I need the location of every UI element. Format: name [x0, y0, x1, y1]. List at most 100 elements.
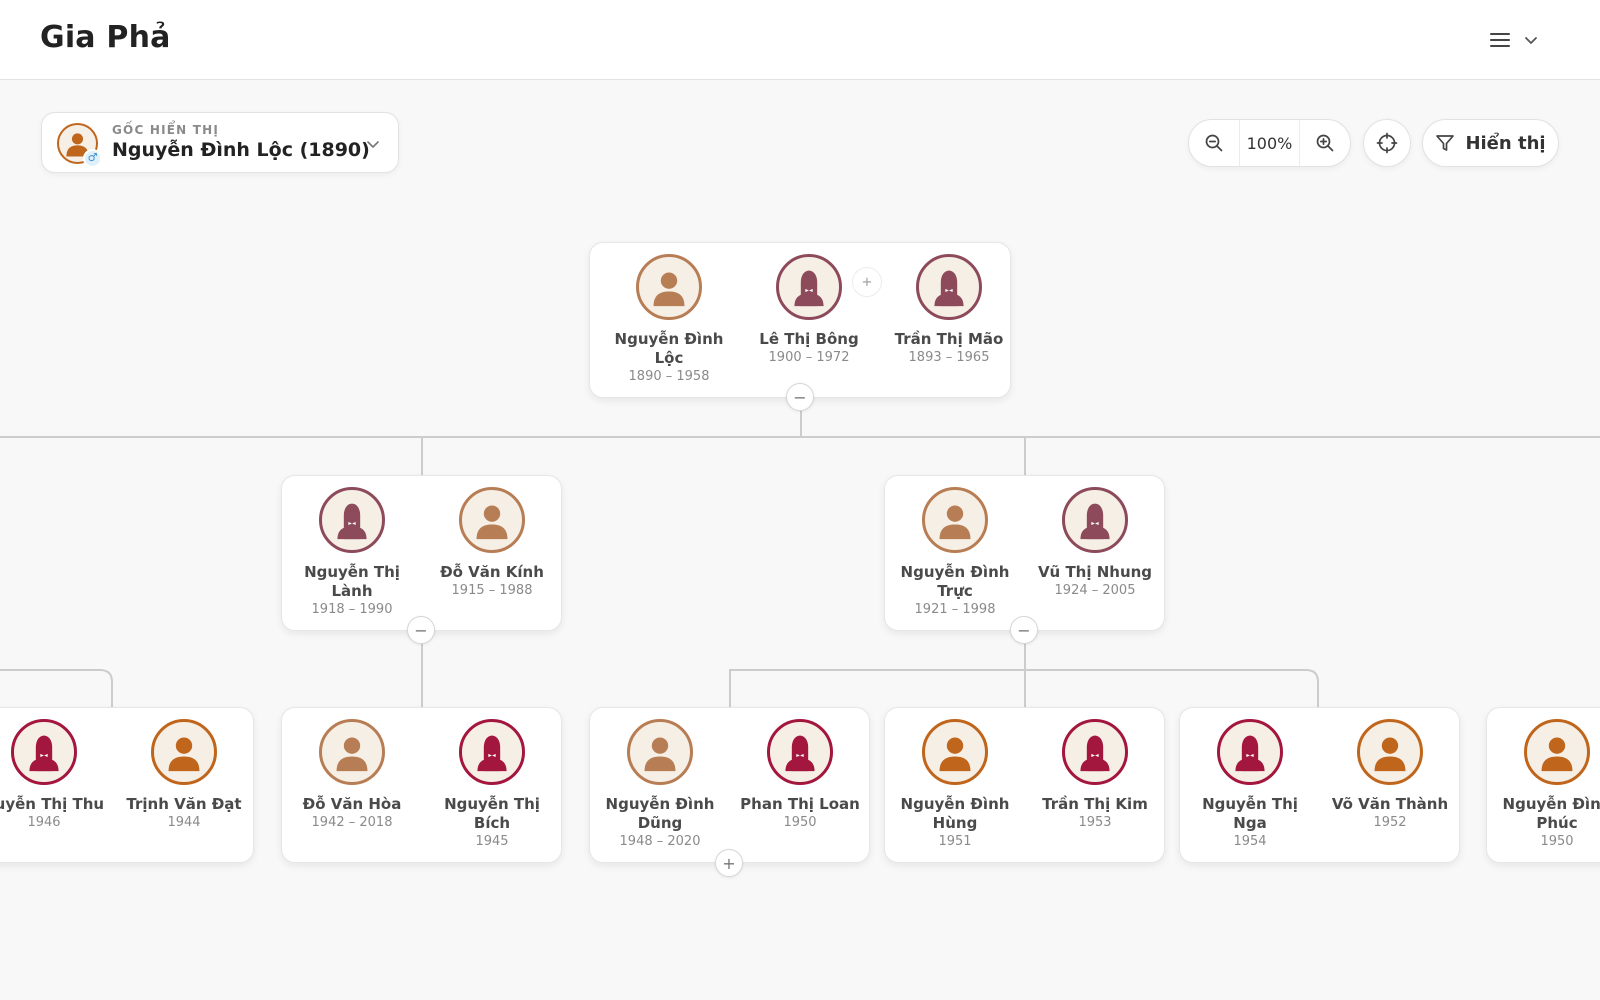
top-bar: Gia Phả — [0, 0, 1600, 80]
male-person-icon — [336, 737, 368, 772]
person-avatar — [922, 719, 988, 785]
female-person-icon — [1235, 735, 1265, 772]
person-node[interactable]: Nguyễn Thị Bích 1945 — [427, 719, 557, 851]
collapse-children-button[interactable]: − — [786, 383, 814, 411]
expand-children-button[interactable]: + — [715, 849, 743, 877]
zoom-out-button[interactable] — [1189, 120, 1239, 166]
couple-card-gen2-left[interactable]: Nguyễn Thị Lành 1918 – 1990 Đỗ Văn Kính … — [281, 475, 562, 631]
collapse-children-button[interactable]: − — [407, 616, 435, 644]
person-name: Lê Thị Bông — [759, 330, 859, 348]
person-name: Nguyễn Thị Nga — [1202, 795, 1298, 832]
person-node[interactable]: guyễn Thị Thu 1946 — [0, 719, 109, 832]
person-dates: 1893 – 1965 — [908, 350, 990, 365]
person-name: Trần Thị Mão — [894, 330, 1004, 348]
collapse-children-button[interactable]: − — [1010, 616, 1038, 644]
couple-card-gen3[interactable]: guyễn Thị Thu 1946 Trịnh Văn Đạt 1944 — [0, 707, 254, 863]
person-name: Nguyễn Đình Phúc — [1502, 795, 1600, 832]
person-node[interactable]: Vũ Thị Nhung 1924 – 2005 — [1030, 487, 1160, 600]
person-dates: 1918 – 1990 — [311, 602, 393, 617]
hamburger-icon — [1490, 31, 1510, 49]
person-node[interactable]: Nguyễn Đình Trực 1921 – 1998 — [890, 487, 1020, 619]
filter-icon — [1436, 135, 1455, 151]
couple-card-gen3[interactable]: Nguyễn Thị Nga 1954 Võ Văn Thành 1952 — [1179, 707, 1460, 863]
person-dates: 1954 — [1233, 834, 1267, 849]
male-person-icon — [1374, 737, 1406, 772]
person-name: Nguyễn Đình Lộc — [614, 330, 724, 367]
app-title: Gia Phả — [40, 20, 171, 55]
person-dates: 1945 — [475, 834, 509, 849]
person-avatar — [776, 254, 842, 320]
person-dates: 1946 — [27, 815, 61, 830]
male-person-icon — [1541, 737, 1573, 772]
person-dates: 1952 — [1373, 815, 1407, 830]
female-person-icon — [29, 735, 59, 772]
couple-card-gen1[interactable]: Nguyễn Đình Lộc 1890 – 1958 Lê Thị Bông … — [589, 242, 1011, 398]
person-dates: 1951 — [938, 834, 972, 849]
person-node[interactable]: Trần Thị Mão 1893 – 1965 — [884, 254, 1014, 367]
person-node[interactable]: Đỗ Văn Hòa 1942 – 2018 — [287, 719, 417, 832]
female-person-icon — [794, 270, 824, 307]
couple-card-gen3[interactable]: Đỗ Văn Hòa 1942 – 2018 Nguyễn Thị Bích 1… — [281, 707, 562, 863]
person-node[interactable]: Nguyễn Thị Nga 1954 — [1185, 719, 1315, 851]
person-dates: 1900 – 1972 — [768, 350, 850, 365]
female-person-icon — [477, 735, 507, 772]
person-name: Nguyễn Thị Lành — [304, 563, 400, 600]
person-avatar — [151, 719, 217, 785]
person-node[interactable]: Trịnh Văn Đạt 1944 — [119, 719, 249, 832]
person-node[interactable]: Trần Thị Kim 1953 — [1030, 719, 1160, 832]
person-dates: 1921 – 1998 — [914, 602, 996, 617]
person-name: Đỗ Văn Kính — [440, 563, 544, 581]
person-name: guyễn Thị Thu — [0, 795, 105, 813]
couple-card-gen3[interactable]: Nguyễn Đình Dũng 1948 – 2020 Phan Thị Lo… — [589, 707, 870, 863]
root-selector-value: Nguyễn Đình Lộc (1890) — [112, 139, 370, 161]
person-node[interactable]: Nguyễn Đình Dũng 1948 – 2020 — [595, 719, 725, 851]
person-avatar — [459, 719, 525, 785]
person-node[interactable]: Võ Văn Thành 1952 — [1325, 719, 1455, 832]
person-name: Phan Thị Loan — [740, 795, 860, 813]
person-dates: 1950 — [1540, 834, 1574, 849]
main-menu-button[interactable] — [1478, 22, 1548, 58]
person-avatar — [916, 254, 982, 320]
person-name: Vũ Thị Nhung — [1037, 563, 1153, 581]
female-person-icon — [934, 270, 964, 307]
couple-card-gen2-right[interactable]: Nguyễn Đình Trực 1921 – 1998 Vũ Thị Nhun… — [884, 475, 1165, 631]
person-node[interactable]: Phan Thị Loan 1950 — [735, 719, 865, 832]
chevron-down-icon — [1525, 37, 1537, 44]
crosshair-icon — [1376, 132, 1398, 154]
male-person-icon — [168, 737, 200, 772]
root-person-selector[interactable]: ♂ GỐC HIỂN THỊ Nguyễn Đình Lộc (1890) — [41, 112, 399, 173]
zoom-in-button[interactable] — [1300, 120, 1350, 166]
recenter-button[interactable] — [1363, 119, 1411, 167]
female-person-icon — [1080, 503, 1110, 540]
person-name: Nguyễn Đình Hùng — [900, 795, 1010, 832]
female-person-icon — [785, 735, 815, 772]
person-node[interactable]: Nguyễn Đình Phúc 1950 — [1492, 719, 1600, 851]
person-avatar — [11, 719, 77, 785]
person-avatar — [636, 254, 702, 320]
zoom-out-icon — [1205, 134, 1223, 152]
person-name: Võ Văn Thành — [1331, 795, 1449, 813]
person-name: Trịnh Văn Đạt — [126, 795, 242, 813]
person-name: Nguyễn Đình Trực — [900, 563, 1010, 600]
person-node[interactable]: Nguyễn Đình Lộc 1890 – 1958 — [604, 254, 734, 386]
person-node[interactable]: Lê Thị Bông 1900 – 1972 — [744, 254, 874, 367]
female-person-icon — [337, 503, 367, 540]
person-dates: 1944 — [167, 815, 201, 830]
person-name: Nguyễn Thị Bích — [444, 795, 540, 832]
zoom-level: 100% — [1238, 120, 1301, 166]
male-person-icon — [939, 505, 971, 540]
root-selector-label: GỐC HIỂN THỊ — [112, 123, 220, 137]
couple-card-gen3[interactable]: Nguyễn Đình Hùng 1951 Trần Thị Kim 1953 — [884, 707, 1165, 863]
person-node[interactable]: Nguyễn Đình Hùng 1951 — [890, 719, 1020, 851]
display-filter-button[interactable]: Hiển thị — [1422, 119, 1559, 167]
zoom-in-icon — [1316, 134, 1334, 152]
male-person-icon — [939, 737, 971, 772]
person-node[interactable]: Nguyễn Thị Lành 1918 – 1990 — [287, 487, 417, 619]
person-dates: 1890 – 1958 — [628, 369, 710, 384]
person-dates: 1948 – 2020 — [619, 834, 701, 849]
couple-card-gen3[interactable]: Nguyễn Đình Phúc 1950 — [1486, 707, 1600, 863]
person-node[interactable]: Đỗ Văn Kính 1915 – 1988 — [427, 487, 557, 600]
add-spouse-button[interactable]: + — [852, 267, 882, 297]
zoom-controls: 100% — [1188, 119, 1351, 167]
person-name: Nguyễn Đình Dũng — [605, 795, 715, 832]
